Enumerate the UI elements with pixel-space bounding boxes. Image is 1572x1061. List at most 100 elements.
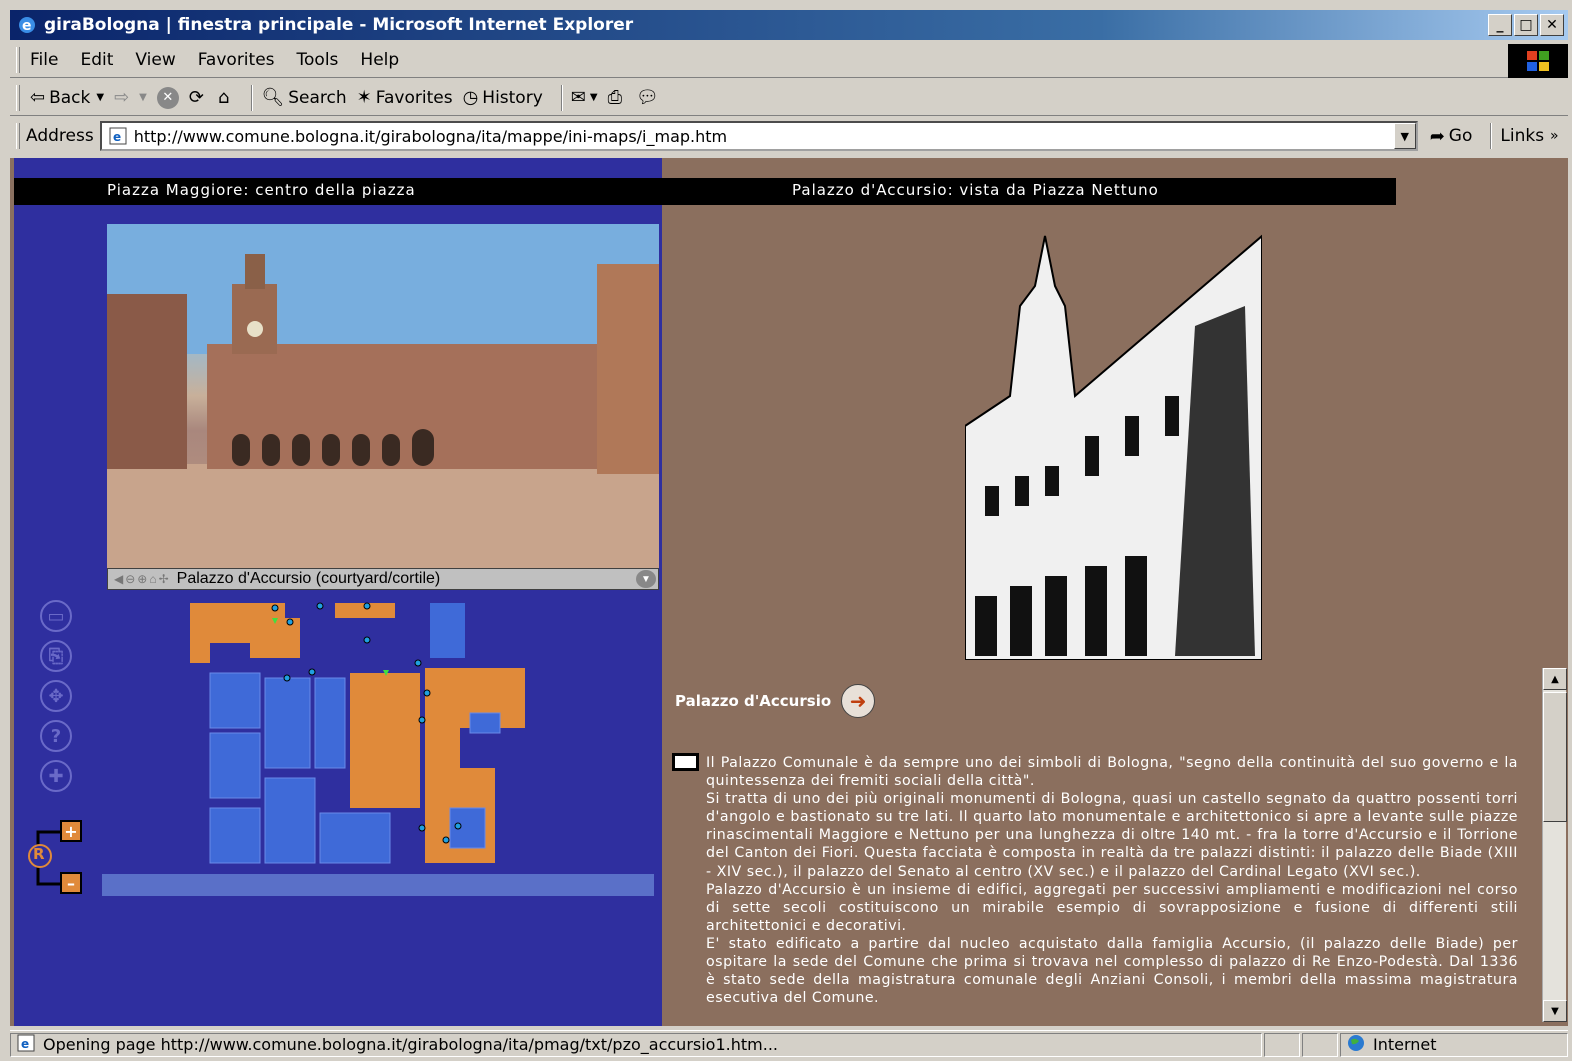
toolbar-separator bbox=[1490, 123, 1493, 149]
zoom-in-button[interactable]: + bbox=[60, 820, 82, 842]
minimize-button[interactable]: _ bbox=[1488, 14, 1512, 36]
status-text: Opening page http://www.comune.bologna.i… bbox=[43, 1035, 778, 1054]
standard-toolbar: ⇦ Back ▼ ⇨ ▼ ✕ ⟳ ⌂ 🔍︎ Search ✶ Favorites… bbox=[10, 80, 1568, 116]
history-label: History bbox=[482, 87, 543, 108]
discuss-button[interactable]: 💬︎ bbox=[636, 87, 663, 108]
map-tools: ▭ ⎘ ✥ ? ✚ bbox=[40, 600, 80, 792]
toolbar-separator bbox=[251, 84, 254, 111]
menu-help[interactable]: Help bbox=[360, 50, 399, 70]
panorama-dropdown-icon[interactable]: ▼ bbox=[636, 570, 656, 588]
back-arrow-icon: ⇦ bbox=[30, 87, 46, 108]
forward-dropdown-icon[interactable]: ▼ bbox=[139, 92, 147, 103]
mail-icon: ✉ bbox=[570, 87, 586, 108]
article-heading: Palazzo d'Accursio ➜ bbox=[675, 684, 876, 718]
paragraph: Si tratta di uno dei più originali monum… bbox=[706, 791, 1518, 880]
window-title: giraBologna | finestra principale - Micr… bbox=[44, 15, 634, 35]
history-icon: ◷ bbox=[462, 87, 479, 108]
map-layer-button[interactable]: ▭ bbox=[40, 600, 72, 632]
back-dropdown-icon[interactable]: ▼ bbox=[96, 92, 104, 103]
map-pan-button[interactable]: ✥ bbox=[40, 680, 72, 712]
menu-grip[interactable] bbox=[16, 46, 20, 73]
title-bar: e giraBologna | finestra principale - Mi… bbox=[10, 10, 1568, 40]
links-more-icon[interactable]: » bbox=[1550, 128, 1559, 144]
go-arrow-icon: ➦ bbox=[1429, 125, 1445, 147]
ie-logo-icon: e bbox=[16, 14, 38, 36]
address-grip[interactable] bbox=[16, 123, 20, 149]
favorites-button[interactable]: ✶ Favorites bbox=[357, 87, 453, 108]
favorites-icon: ✶ bbox=[356, 87, 372, 108]
refresh-button[interactable]: ⟳ bbox=[189, 87, 208, 108]
status-panel bbox=[1302, 1032, 1338, 1057]
page-content: Piazza Maggiore: centro della piazza Pal… bbox=[10, 158, 1568, 1026]
map-help-button[interactable]: ? bbox=[40, 720, 72, 752]
panorama-caption: Palazzo d'Accursio (courtyard/cortile) bbox=[176, 570, 441, 587]
address-dropdown-icon[interactable]: ▼ bbox=[1393, 123, 1416, 149]
security-zone: Internet bbox=[1340, 1032, 1568, 1057]
forward-button[interactable]: ⇨ ▼ bbox=[114, 87, 147, 108]
history-button[interactable]: ◷ History bbox=[463, 87, 543, 108]
back-button[interactable]: ⇦ Back ▼ bbox=[30, 87, 104, 108]
scroll-thumb[interactable] bbox=[1543, 692, 1567, 822]
article-title: Palazzo d'Accursio bbox=[675, 692, 832, 710]
search-icon: 🔍︎ bbox=[261, 87, 285, 108]
paragraph: E' stato edificato a partire dal nucleo … bbox=[706, 935, 1518, 1007]
right-frame-title: Palazzo d'Accursio: vista da Piazza Nett… bbox=[792, 181, 1159, 199]
discuss-icon: 💬︎ bbox=[635, 87, 659, 108]
forward-arrow-icon: ⇨ bbox=[114, 87, 130, 108]
print-button[interactable]: ⎙ bbox=[608, 87, 626, 108]
print-icon: ⎙ bbox=[607, 87, 622, 108]
palazzo-engraving bbox=[965, 226, 1262, 660]
scroll-up-icon[interactable]: ▲ bbox=[1543, 668, 1567, 690]
menu-view[interactable]: View bbox=[135, 50, 175, 70]
svg-text:e: e bbox=[21, 1037, 29, 1051]
maximize-button[interactable]: □ bbox=[1514, 14, 1538, 36]
address-url[interactable]: http://www.comune.bologna.it/girabologna… bbox=[134, 127, 1394, 146]
text-scrollbar[interactable]: ▲ ▼ bbox=[1542, 668, 1567, 1022]
svg-text:e: e bbox=[22, 18, 32, 34]
menu-file[interactable]: File bbox=[30, 50, 58, 70]
map-copy-button[interactable]: ⎘ bbox=[40, 640, 72, 672]
go-label: Go bbox=[1448, 126, 1473, 146]
page-icon: e bbox=[106, 127, 130, 145]
map-center-button[interactable]: ✚ bbox=[40, 760, 72, 792]
panorama-nav-icons[interactable]: ◀⊖⊕⌂✢ bbox=[114, 572, 171, 586]
zoom-control: R + – bbox=[24, 818, 90, 898]
status-message: e Opening page http://www.comune.bologna… bbox=[10, 1032, 1262, 1057]
search-label: Search bbox=[288, 87, 347, 108]
toolbar-grip[interactable] bbox=[16, 84, 20, 111]
menu-tools[interactable]: Tools bbox=[297, 50, 339, 70]
links-button[interactable]: Links bbox=[1500, 126, 1544, 146]
home-icon: ⌂ bbox=[217, 87, 230, 108]
toolbar-separator bbox=[560, 84, 563, 111]
mail-button[interactable]: ✉ ▼ bbox=[571, 87, 598, 108]
stop-button[interactable]: ✕ bbox=[156, 86, 179, 109]
zoom-reset-label[interactable]: R bbox=[33, 845, 45, 863]
city-map[interactable] bbox=[190, 598, 530, 868]
address-label: Address bbox=[26, 126, 94, 146]
left-frame-title: Piazza Maggiore: centro della piazza bbox=[107, 181, 416, 199]
favorites-label: Favorites bbox=[375, 87, 453, 108]
scroll-down-icon[interactable]: ▼ bbox=[1543, 1000, 1567, 1022]
refresh-icon: ⟳ bbox=[188, 87, 204, 108]
map-scroll-bar[interactable] bbox=[102, 874, 654, 896]
zoom-out-button[interactable]: – bbox=[60, 872, 82, 894]
stop-icon: ✕ bbox=[156, 86, 179, 109]
article-text: Il Palazzo Comunale è da sempre uno dei … bbox=[706, 754, 1518, 1026]
go-button[interactable]: ➦ Go bbox=[1430, 126, 1473, 147]
globe-icon bbox=[1347, 1034, 1365, 1056]
mail-dropdown-icon: ▼ bbox=[589, 92, 598, 103]
panorama-photo[interactable] bbox=[107, 224, 659, 568]
address-field[interactable]: e http://www.comune.bologna.it/girabolog… bbox=[99, 121, 1418, 151]
menu-bar: File Edit View Favorites Tools Help bbox=[10, 42, 1568, 78]
status-bar: e Opening page http://www.comune.bologna… bbox=[10, 1030, 1568, 1058]
search-button[interactable]: 🔍︎ Search bbox=[261, 87, 346, 108]
door-exit-icon[interactable]: ➜ bbox=[841, 684, 876, 718]
svg-text:e: e bbox=[113, 130, 121, 144]
home-button[interactable]: ⌂ bbox=[218, 87, 233, 108]
menu-edit[interactable]: Edit bbox=[80, 50, 113, 70]
paragraph: Il Palazzo Comunale è da sempre uno dei … bbox=[706, 755, 1518, 790]
menu-favorites[interactable]: Favorites bbox=[198, 50, 275, 70]
status-panel bbox=[1264, 1032, 1300, 1057]
panorama-controls: ◀⊖⊕⌂✢ Palazzo d'Accursio (courtyard/cort… bbox=[107, 568, 659, 590]
close-button[interactable]: ✕ bbox=[1540, 14, 1564, 36]
